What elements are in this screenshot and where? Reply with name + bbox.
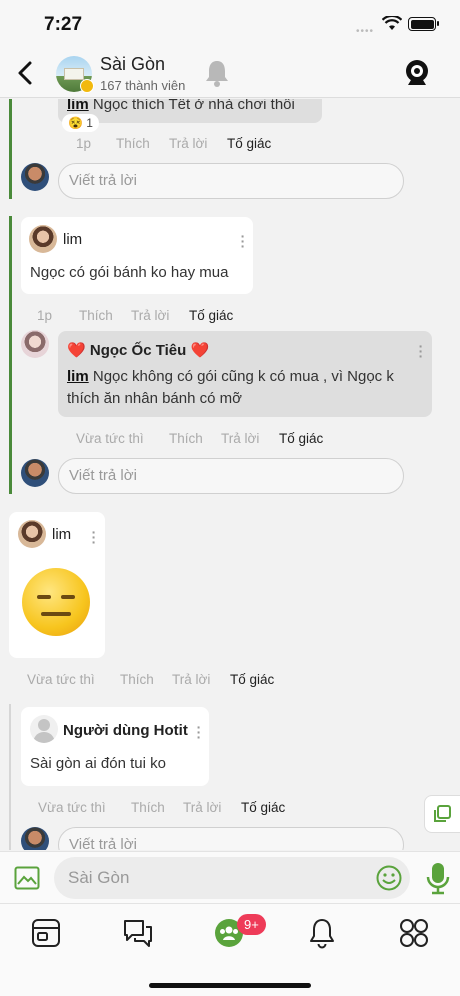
avatar[interactable] [21, 827, 49, 850]
comment-feed[interactable]: lim Ngọc thích Tết ở nhà chơi thôi 😵 1 1… [0, 99, 460, 850]
tab-notifications[interactable] [305, 916, 339, 950]
emoji-picker-icon[interactable] [376, 865, 402, 896]
reply-text-line1: Ngọc không có gói cũng k có mua , vì Ngọ… [92, 368, 394, 385]
stacked-pages-icon [433, 805, 451, 822]
group-avatar[interactable] [56, 56, 94, 93]
image-picker-icon[interactable] [14, 866, 40, 895]
avatar[interactable] [21, 163, 49, 191]
group-badge-icon [80, 79, 94, 93]
tab-messages[interactable] [121, 916, 155, 950]
post-time: Vừa tức thì [27, 672, 95, 687]
like-button[interactable]: Thích [131, 800, 165, 815]
comment-text: Ngọc có gói bánh ko hay mua [30, 264, 229, 281]
dizzy-face-emoji-icon: 😵 [68, 116, 83, 130]
avatar[interactable] [18, 520, 46, 548]
reply-bubble: ❤️ Ngọc Ốc Tiêu ❤️ · · · lim Ngọc không có… [58, 331, 432, 417]
comment-author[interactable]: lim [63, 231, 82, 248]
community-badge: 9+ [237, 914, 266, 935]
comment-time: Vừa tức thì [38, 800, 106, 815]
thread-line [9, 704, 11, 850]
battery-icon [408, 17, 439, 31]
avatar[interactable] [21, 459, 49, 487]
comment-bubble: Người dùng Hotit · · · Sài gòn ai đón tui … [21, 707, 209, 786]
reply-author[interactable]: Ngọc Ốc Tiêu [90, 342, 186, 359]
reaction-badge[interactable]: 😵 1 [62, 114, 99, 132]
reply-button[interactable]: Trả lời [221, 431, 259, 446]
reply-input[interactable]: Viết trả lời [58, 163, 404, 199]
back-button[interactable] [10, 56, 40, 90]
report-button[interactable]: Tố giác [189, 308, 233, 323]
notification-bell-icon[interactable] [203, 58, 231, 93]
more-options-icon[interactable]: · · · [240, 229, 246, 253]
like-button[interactable]: Thích [79, 308, 113, 323]
comment-text: Sài gòn ai đón tui ko [30, 755, 166, 772]
reply-input[interactable]: Viết trả lời [58, 827, 404, 850]
avatar[interactable] [21, 330, 49, 358]
reply-input[interactable]: Viết trả lời [58, 458, 404, 494]
bell-icon [310, 919, 334, 949]
status-time: 7:27 [44, 14, 83, 35]
chevron-left-icon [18, 61, 32, 85]
report-button[interactable]: Tố giác [227, 136, 271, 151]
reaction-count: 1 [86, 116, 93, 130]
chat-bubbles-icon [124, 920, 152, 947]
tab-more[interactable] [397, 916, 431, 950]
default-user-avatar-icon[interactable] [30, 715, 58, 743]
report-button[interactable]: Tố giác [230, 672, 274, 687]
reply-text-line2: thích ăn nhân bánh có mỡ [67, 390, 242, 407]
comment-author[interactable]: Người dùng Hotit [63, 722, 188, 739]
post-author[interactable]: lim [52, 526, 71, 543]
reply-button[interactable]: Trả lời [172, 672, 210, 687]
cellular-signal-icon: •••• [355, 26, 374, 37]
webcam-icon[interactable] [404, 59, 430, 92]
like-button[interactable]: Thích [120, 672, 154, 687]
member-count: 167 thành viên [100, 78, 186, 93]
report-button[interactable]: Tố giác [279, 431, 323, 446]
thread-line [9, 99, 12, 199]
reply-button[interactable]: Trả lời [183, 800, 221, 815]
home-indicator [149, 983, 311, 988]
stacked-pages-button[interactable] [424, 795, 460, 833]
expressionless-face-sticker-icon [22, 568, 90, 636]
like-button[interactable]: Thích [169, 431, 203, 446]
microphone-icon[interactable] [426, 862, 450, 901]
message-input[interactable]: Sài Gòn [54, 857, 410, 899]
mention-link[interactable]: lim [67, 368, 89, 385]
like-button[interactable]: Thích [116, 136, 150, 151]
group-title[interactable]: Sài Gòn [100, 54, 165, 75]
reply-button[interactable]: Trả lời [131, 308, 169, 323]
wifi-icon [381, 14, 403, 36]
comment-time: 1p [76, 136, 92, 151]
report-button[interactable]: Tố giác [241, 800, 285, 815]
thread-line [9, 216, 12, 494]
more-options-icon[interactable]: · · · [91, 525, 97, 549]
post-bubble: lim · · · [9, 512, 105, 658]
mention-link[interactable]: lim [67, 99, 89, 113]
status-bar: 7:27 •••• [0, 0, 460, 48]
newsfeed-icon [32, 919, 60, 947]
grid-menu-icon [400, 919, 428, 947]
reply-time: Vừa tức thì [76, 431, 144, 446]
reply-button[interactable]: Trả lời [169, 136, 207, 151]
more-options-icon[interactable]: · · · [196, 720, 202, 744]
avatar[interactable] [29, 225, 57, 253]
more-options-icon[interactable]: · · · [418, 339, 424, 363]
tab-feed[interactable] [29, 916, 63, 950]
comment-text: Ngọc thích Tết ở nhà chơi thôi [92, 99, 295, 113]
chat-header: Sài Gòn 167 thành viên [0, 48, 460, 98]
heart-emoji-icon: ❤️ [190, 342, 210, 359]
comment-bubble: lim · · · Ngọc có gói bánh ko hay mua [21, 217, 253, 294]
heart-emoji-icon: ❤️ [67, 342, 86, 359]
comment-time: 1p [37, 308, 53, 323]
bottom-tab-bar: 9+ [0, 903, 460, 996]
message-composer: Sài Gòn [0, 851, 460, 903]
